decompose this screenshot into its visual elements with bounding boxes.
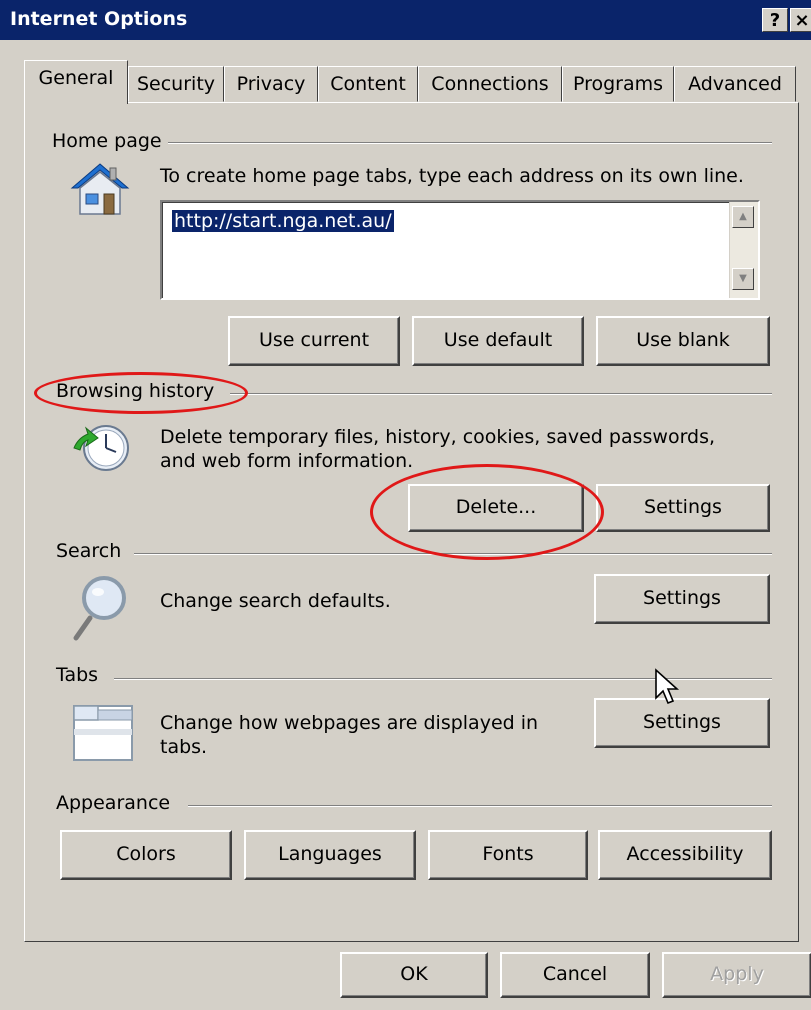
tabs-group-label: Tabs — [56, 664, 105, 686]
accessibility-button[interactable]: Accessibility — [598, 830, 772, 880]
scroll-up-icon[interactable]: ▲ — [732, 206, 754, 228]
search-group-label: Search — [56, 540, 128, 562]
tab-privacy[interactable]: Privacy — [224, 66, 318, 102]
fonts-button[interactable]: Fonts — [428, 830, 588, 880]
close-button[interactable]: × — [790, 8, 811, 32]
home-page-group-label: Home page — [52, 130, 168, 152]
tabs-description-1: Change how webpages are displayed in — [160, 712, 539, 734]
browsing-history-description-2: and web form information. — [160, 450, 414, 472]
colors-button[interactable]: Colors — [60, 830, 232, 880]
window-title: Internet Options — [10, 8, 188, 30]
tab-content[interactable]: Content — [318, 66, 418, 102]
title-bar: Internet Options ? × — [0, 0, 811, 40]
search-settings-button[interactable]: Settings — [594, 574, 770, 624]
help-button[interactable]: ? — [762, 8, 788, 32]
tabs-settings-button[interactable]: Settings — [594, 698, 770, 748]
languages-button[interactable]: Languages — [244, 830, 416, 880]
home-page-url: http://start.nga.net.au/ — [172, 210, 394, 232]
browsing-history-highlight — [34, 372, 248, 414]
use-blank-button[interactable]: Use blank — [596, 316, 770, 366]
magnifier-icon — [73, 576, 126, 641]
textarea-scrollbar[interactable]: ▲ ▼ — [729, 202, 758, 298]
history-clock-icon — [73, 425, 129, 471]
home-page-divider — [168, 142, 772, 144]
browsing-history-divider — [230, 393, 772, 395]
tab-general[interactable]: General — [24, 60, 128, 104]
use-default-button[interactable]: Use default — [412, 316, 584, 366]
search-description: Change search defaults. — [160, 590, 391, 612]
tabs-icon — [73, 705, 133, 761]
home-icon — [70, 163, 130, 215]
scroll-down-icon[interactable]: ▼ — [732, 268, 754, 290]
mouse-cursor-icon — [655, 668, 680, 705]
tabs-description-2: tabs. — [160, 736, 208, 758]
use-current-button[interactable]: Use current — [228, 316, 400, 366]
delete-button-highlight — [370, 464, 604, 560]
appearance-divider — [188, 805, 772, 807]
home-page-textarea[interactable]: http://start.nga.net.au/ ▲ ▼ — [160, 200, 760, 300]
history-settings-button[interactable]: Settings — [596, 484, 770, 532]
tab-connections[interactable]: Connections — [418, 66, 562, 102]
appearance-group-label: Appearance — [56, 792, 177, 814]
browsing-history-description-1: Delete temporary files, history, cookies… — [160, 426, 716, 448]
tab-programs[interactable]: Programs — [562, 66, 674, 102]
cancel-button[interactable]: Cancel — [500, 952, 650, 998]
ok-button[interactable]: OK — [340, 952, 488, 998]
tab-security[interactable]: Security — [128, 66, 224, 102]
tab-advanced[interactable]: Advanced — [674, 66, 796, 102]
apply-button[interactable]: Apply — [662, 952, 811, 998]
home-page-description: To create home page tabs, type each addr… — [160, 165, 744, 187]
